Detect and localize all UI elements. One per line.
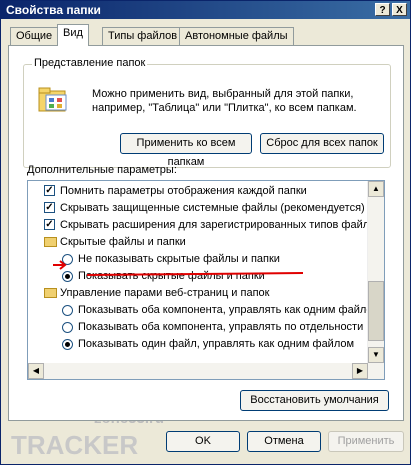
restore-defaults-button[interactable]: Восстановить умолчания: [240, 390, 389, 411]
checkbox-remember-view[interactable]: ✓: [44, 185, 55, 196]
scroll-right-arrow[interactable]: ▶: [352, 363, 368, 379]
advanced-settings-list[interactable]: ✓ Помнить параметры отображения каждой п…: [27, 180, 385, 380]
list-item-label: Скрывать расширения для зарегистрированн…: [60, 219, 382, 231]
scroll-left-arrow[interactable]: ◀: [28, 363, 44, 379]
tab-file-types[interactable]: Типы файлов: [102, 27, 184, 45]
title-bar: Свойства папки ? X: [1, 1, 410, 19]
tab-offline-files[interactable]: Автономные файлы: [179, 27, 294, 45]
tab-general[interactable]: Общие: [10, 27, 59, 45]
watermark-logo: TRACKER: [11, 430, 139, 460]
radio-show-one-file[interactable]: [62, 339, 73, 350]
folder-view-group: Представление папок Можно применить вид,…: [23, 57, 391, 168]
red-arrow-annotation: [53, 260, 304, 276]
reset-all-folders-button[interactable]: Сброс для всех папок: [260, 133, 384, 154]
ok-button[interactable]: OK: [166, 431, 240, 452]
scroll-up-arrow[interactable]: ▲: [368, 181, 384, 197]
list-item-label: Скрывать защищенные системные файлы (рек…: [60, 202, 365, 214]
checkbox-hide-system-files[interactable]: ✓: [44, 202, 55, 213]
radio-show-both-manage-separately[interactable]: [62, 322, 73, 333]
help-button[interactable]: ?: [375, 3, 390, 16]
cancel-button[interactable]: Отмена: [247, 431, 321, 452]
advanced-settings-label: Дополнительные параметры:: [27, 164, 177, 176]
list-item-label: Показывать один файл, управлять как одни…: [78, 338, 355, 350]
list-item-label: Показывать оба компонента, управлять как…: [78, 304, 381, 316]
list-item-label: Скрытые файлы и папки: [60, 236, 186, 248]
checkbox-hide-extensions[interactable]: ✓: [44, 219, 55, 230]
horizontal-scrollbar[interactable]: ◀ ▶: [28, 363, 368, 379]
window-title: Свойства папки: [6, 3, 101, 17]
folder-icon: [44, 288, 57, 298]
list-item-label: Помнить параметры отображения каждой пап…: [60, 185, 307, 197]
vertical-scrollbar[interactable]: ▲ ▼: [367, 181, 384, 379]
apply-to-all-folders-button[interactable]: Применить ко всем папкам: [120, 133, 252, 168]
tab-view[interactable]: Вид: [57, 24, 89, 46]
folder-view-description: Можно применить вид, выбранный для этой …: [92, 88, 357, 114]
apply-button[interactable]: Применить: [328, 431, 404, 452]
folder-icon: [38, 87, 67, 112]
list-item-label: Управление парами веб-страниц и папок: [60, 287, 270, 299]
view-tab-panel: Представление папок Можно применить вид,…: [8, 45, 404, 421]
close-button[interactable]: X: [392, 3, 407, 16]
scroll-down-arrow[interactable]: ▼: [368, 347, 384, 363]
folder-options-dialog: Свойства папки ? X Общие Вид Типы файлов…: [0, 0, 411, 465]
radio-show-both-manage-one[interactable]: [62, 305, 73, 316]
folder-icon: [44, 237, 57, 247]
list-item-label: Показывать оба компонента, управлять по …: [78, 321, 364, 333]
scroll-thumb[interactable]: [368, 281, 384, 341]
folder-view-legend: Представление папок: [32, 57, 148, 69]
